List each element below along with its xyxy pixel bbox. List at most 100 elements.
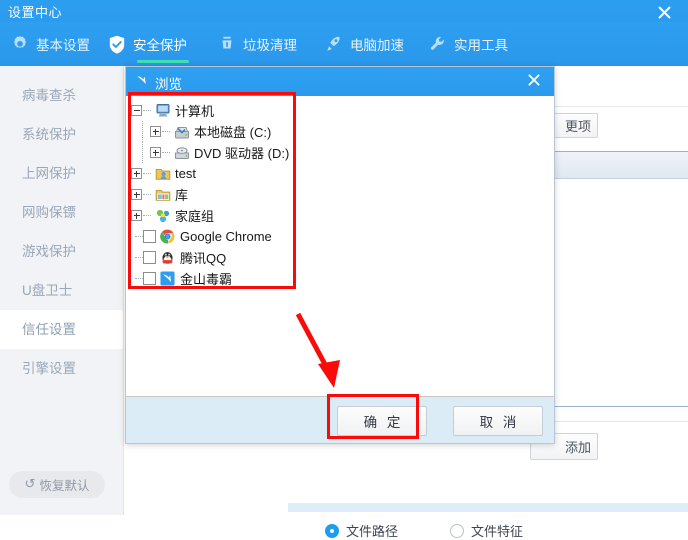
sidebar-item-usb-guard[interactable]: U盘卫士: [0, 271, 123, 310]
tree-node-label: 本地磁盘 (C:): [194, 125, 272, 140]
tree-connector: [143, 172, 151, 175]
tree-connector: [142, 142, 144, 163]
user-folder-icon: [154, 166, 171, 182]
radio-option-file-feature[interactable]: 文件特征: [450, 521, 523, 540]
tree-node-tencent-qq[interactable]: 腾讯QQ: [131, 247, 289, 268]
tree-node-google-chrome[interactable]: Google Chrome: [131, 226, 289, 247]
sidebar-item-web-protection[interactable]: 上网保护: [0, 154, 123, 193]
radio-file-feature-indicator[interactable]: [450, 523, 465, 538]
dialog-cancel-label: 取 消: [479, 415, 520, 430]
expand-toggle-icon[interactable]: [131, 210, 142, 221]
tree-checkbox-kingsoft-antivirus[interactable]: [143, 272, 156, 285]
tree-connector: [135, 256, 143, 259]
window-title: 设置中心: [8, 5, 63, 20]
dialog-ok-button[interactable]: 确 定: [337, 406, 427, 436]
window-titlebar: 设置中心: [0, 0, 688, 22]
file-browser-tree[interactable]: 计算机 本地磁盘 (C:) DVD 驱动器 (D:) test 库 家庭组 Go…: [131, 100, 289, 289]
refresh-icon: ↺: [24, 477, 36, 492]
active-tab-underline: [137, 60, 189, 63]
radio-option-file-path[interactable]: 文件路径: [325, 521, 398, 540]
sidebar-item-label: 游戏保护: [22, 244, 76, 259]
radio-file-path-indicator[interactable]: [325, 523, 339, 538]
expand-toggle-icon[interactable]: [131, 168, 142, 179]
sidebar-item-trust-settings[interactable]: 信任设置: [0, 310, 123, 349]
main-navbar: 基本设置 安全保护 垃圾清理 电脑加速 实用工具: [0, 22, 688, 66]
dialog-close-button[interactable]: [520, 69, 548, 94]
tree-checkbox-tencent-qq[interactable]: [143, 251, 156, 264]
tree-node-label: 库: [175, 188, 189, 203]
tree-connector: [143, 193, 151, 196]
nav-tab-basic-settings[interactable]: 基本设置: [8, 22, 92, 66]
restore-defaults-label: 恢复默认: [39, 479, 90, 493]
nav-tab-label: 基本设置: [36, 38, 90, 53]
sidebar-item-engine-settings[interactable]: 引擎设置: [0, 349, 123, 388]
expand-toggle-icon[interactable]: [150, 147, 161, 158]
homegroup-icon: [154, 208, 171, 224]
tree-connector: [135, 235, 143, 238]
sidebar-item-label: 信任设置: [22, 322, 76, 337]
path-or-feature-radio-group: 文件路径 文件特征: [325, 521, 523, 540]
tree-node-homegroup[interactable]: 家庭组: [131, 205, 289, 226]
tree-checkbox-google-chrome[interactable]: [143, 230, 156, 243]
qq-penguin-icon: [159, 250, 176, 266]
rocket-icon: [324, 34, 344, 54]
tree-connector: [162, 130, 170, 133]
radio-file-path-label: 文件路径: [346, 524, 399, 539]
dialog-titlebar: 浏览: [126, 67, 554, 96]
collapse-toggle-icon[interactable]: [131, 105, 142, 116]
more-options-label: 更项: [564, 119, 591, 134]
tree-node-computer[interactable]: 计算机: [131, 100, 289, 121]
tree-node-label: test: [175, 166, 196, 181]
shield-icon: [107, 34, 127, 54]
sidebar-item-label: 上网保护: [22, 166, 76, 181]
nav-tab-label: 电脑加速: [350, 38, 404, 53]
tree-node-label: 家庭组: [175, 209, 215, 224]
panel-blue-strip: [288, 503, 688, 512]
dialog-body: 计算机 本地磁盘 (C:) DVD 驱动器 (D:) test 库 家庭组 Go…: [126, 96, 554, 393]
sidebar-item-shopping-guard[interactable]: 网购保镖: [0, 193, 123, 232]
tree-node-label: 金山毒霸: [180, 272, 233, 287]
browse-dialog: 浏览 计算机 本地磁盘 (C:) DVD 驱动器 (D:) test 库 家庭组…: [125, 66, 555, 444]
chrome-icon: [159, 229, 176, 245]
settings-center-window: 设置中心 基本设置 安全保护 垃圾清理 电脑加速 实用工具 病毒查杀 系统保护 …: [0, 0, 688, 539]
sidebar-item-label: 网购保镖: [22, 205, 76, 220]
tree-node-label: Google Chrome: [180, 229, 272, 244]
computer-icon: [154, 103, 171, 119]
wrench-icon: [428, 34, 448, 54]
dialog-cancel-button[interactable]: 取 消: [453, 406, 543, 436]
tree-node-test[interactable]: test: [131, 163, 289, 184]
tree-connector: [142, 121, 144, 142]
nav-tab-junk-cleanup[interactable]: 垃圾清理: [215, 22, 299, 66]
tree-node-label: DVD 驱动器 (D:): [194, 146, 290, 161]
nav-tab-label: 安全保护: [133, 38, 187, 53]
kingsoft-antivirus-icon: [133, 72, 151, 90]
nav-tab-utilities[interactable]: 实用工具: [426, 22, 510, 66]
tree-connector: [162, 151, 170, 154]
tree-node-label: 腾讯QQ: [180, 251, 227, 266]
sidebar: 病毒查杀 系统保护 上网保护 网购保镖 游戏保护 U盘卫士 信任设置 引擎设置 …: [0, 66, 124, 515]
expand-toggle-icon[interactable]: [131, 189, 142, 200]
broom-icon: [217, 34, 237, 54]
restore-defaults-button[interactable]: ↺ 恢复默认: [9, 471, 105, 498]
nav-tab-pc-speedup[interactable]: 电脑加速: [322, 22, 406, 66]
nav-tab-label: 实用工具: [454, 38, 508, 53]
tree-node-library[interactable]: 库: [131, 184, 289, 205]
dialog-footer: 确 定 取 消: [126, 396, 554, 443]
expand-toggle-icon[interactable]: [150, 126, 161, 137]
sidebar-item-label: U盘卫士: [22, 283, 73, 298]
nav-tab-security-protection[interactable]: 安全保护: [105, 22, 189, 66]
tree-node-dvd-drive-d[interactable]: DVD 驱动器 (D:): [131, 142, 289, 163]
close-icon: [658, 6, 670, 19]
sidebar-item-system-protection[interactable]: 系统保护: [0, 115, 123, 154]
close-icon: [528, 74, 540, 86]
library-icon: [154, 187, 171, 203]
tree-node-local-disk-c[interactable]: 本地磁盘 (C:): [131, 121, 289, 142]
sidebar-item-virus-scan[interactable]: 病毒查杀: [0, 76, 123, 115]
tree-node-label: 计算机: [175, 104, 215, 119]
sidebar-item-label: 系统保护: [22, 127, 76, 142]
tree-node-kingsoft-antivirus[interactable]: 金山毒霸: [131, 268, 289, 289]
nav-tab-label: 垃圾清理: [243, 38, 297, 53]
kingsoft-antivirus-icon: [159, 271, 176, 287]
tree-connector: [143, 214, 151, 217]
sidebar-item-game-protection[interactable]: 游戏保护: [0, 232, 123, 271]
